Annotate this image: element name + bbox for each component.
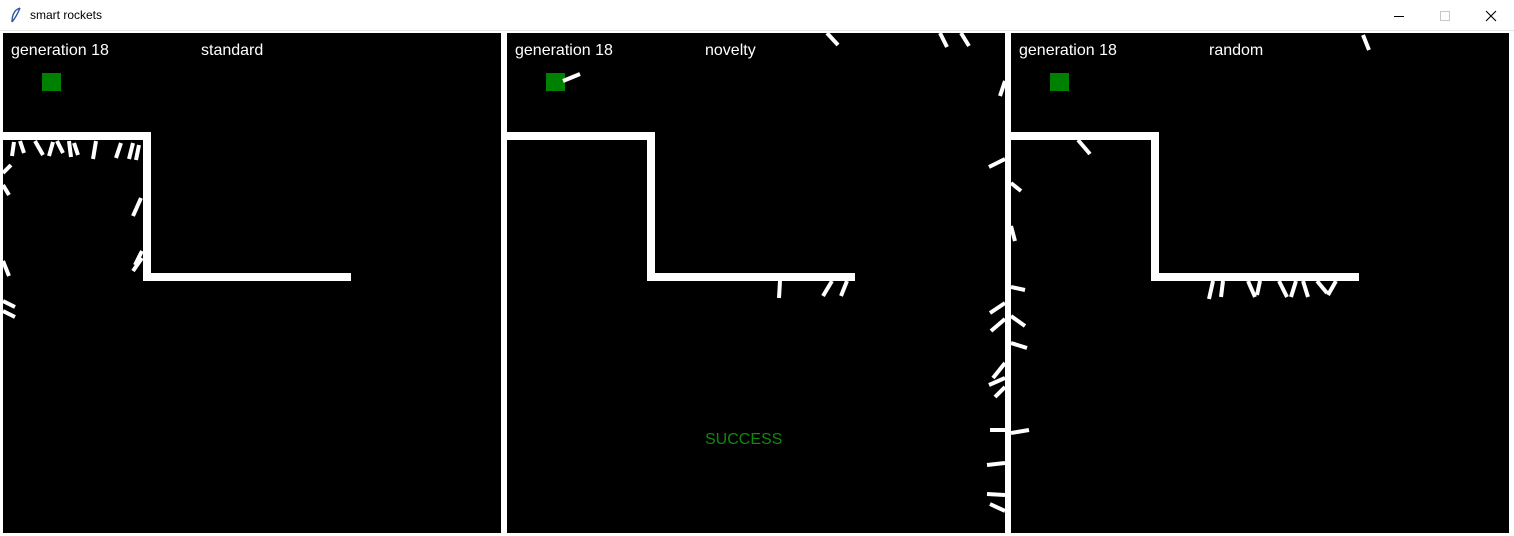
window-title: smart rockets (30, 8, 103, 22)
generation-label: generation 18 (1019, 42, 1117, 59)
rocket (938, 33, 949, 48)
rocket (986, 492, 1005, 497)
rocket (825, 33, 840, 47)
wall (647, 140, 655, 281)
wall (655, 273, 855, 281)
rocket (18, 140, 26, 154)
rocket (10, 141, 16, 157)
simulation-panel-novelty: generation 18 novelty SUCCESS (507, 33, 1005, 533)
simulation-panel-standard: generation 18 standard (3, 33, 501, 533)
rocket (72, 142, 80, 156)
minimize-button[interactable] (1376, 0, 1422, 31)
rockets (562, 33, 1005, 513)
rocket (1011, 285, 1026, 292)
rocket (131, 197, 143, 217)
mode-label: standard (201, 42, 264, 59)
rocket (993, 385, 1005, 399)
rocket (1246, 280, 1257, 298)
rocket (777, 280, 782, 299)
rockets (3, 140, 144, 319)
rocket (1011, 225, 1017, 242)
rocket (1315, 279, 1329, 295)
wall (1159, 273, 1359, 281)
rocket (1207, 280, 1215, 300)
rocket (47, 141, 55, 157)
rocket (959, 33, 971, 48)
rocket (821, 279, 834, 298)
mode-label: random (1209, 42, 1264, 59)
rocket (989, 502, 1005, 513)
rocket (998, 80, 1005, 97)
arena-random (1011, 34, 1371, 435)
generation-label: generation 18 (11, 42, 109, 59)
rocket (988, 157, 1005, 169)
rocket (114, 142, 123, 159)
generation-label: generation 18 (515, 42, 613, 59)
rocket (3, 260, 11, 277)
rocket (1011, 181, 1023, 193)
arena-novelty (507, 33, 1005, 513)
rocket (988, 301, 1005, 315)
wall (3, 132, 151, 140)
rocket (67, 140, 73, 158)
rocket (1361, 34, 1371, 51)
rocket (1255, 280, 1262, 296)
rocket (3, 163, 13, 175)
maze-walls (3, 132, 351, 281)
target (1050, 73, 1069, 91)
rocket (562, 72, 581, 83)
rockets (1011, 34, 1371, 435)
rocket (3, 183, 11, 197)
maximize-button[interactable] (1422, 0, 1468, 31)
maze-walls (507, 132, 855, 281)
rocket (1011, 314, 1027, 328)
mode-label: novelty (705, 42, 756, 59)
wall (1151, 140, 1159, 281)
rocket (1219, 280, 1225, 298)
rocket (3, 309, 16, 319)
rocket (33, 140, 45, 156)
close-icon (1485, 10, 1497, 21)
target (42, 73, 61, 91)
wall (507, 132, 655, 140)
rocket (1326, 280, 1338, 296)
rocket (3, 299, 16, 309)
rocket (1301, 280, 1310, 298)
rocket (91, 140, 98, 160)
maze-walls (1011, 132, 1359, 281)
rocket (1289, 280, 1298, 298)
simulation-panel-random: generation 18 random (1011, 33, 1509, 533)
title-bar: smart rockets (0, 0, 1514, 31)
wall (151, 273, 351, 281)
rocket (991, 361, 1005, 380)
rocket (986, 461, 1005, 467)
maximize-icon (1440, 10, 1450, 21)
rocket (1011, 341, 1028, 350)
rocket (1011, 428, 1030, 435)
rocket (988, 376, 1005, 387)
wall (143, 140, 151, 281)
close-button[interactable] (1468, 0, 1514, 31)
rocket (1277, 280, 1289, 298)
arena-standard (3, 73, 351, 319)
rocket (839, 280, 849, 297)
rocket (127, 142, 135, 160)
simulation-area: generation 18 standard generation 18 nov… (0, 31, 1514, 536)
rocket (1076, 138, 1092, 156)
rocket (55, 140, 65, 154)
success-message: SUCCESS (705, 431, 783, 448)
target (546, 73, 565, 91)
rocket (134, 144, 141, 161)
rocket (989, 317, 1005, 333)
minimize-icon (1394, 15, 1404, 17)
feather-icon (11, 7, 21, 23)
wall (1011, 132, 1159, 140)
